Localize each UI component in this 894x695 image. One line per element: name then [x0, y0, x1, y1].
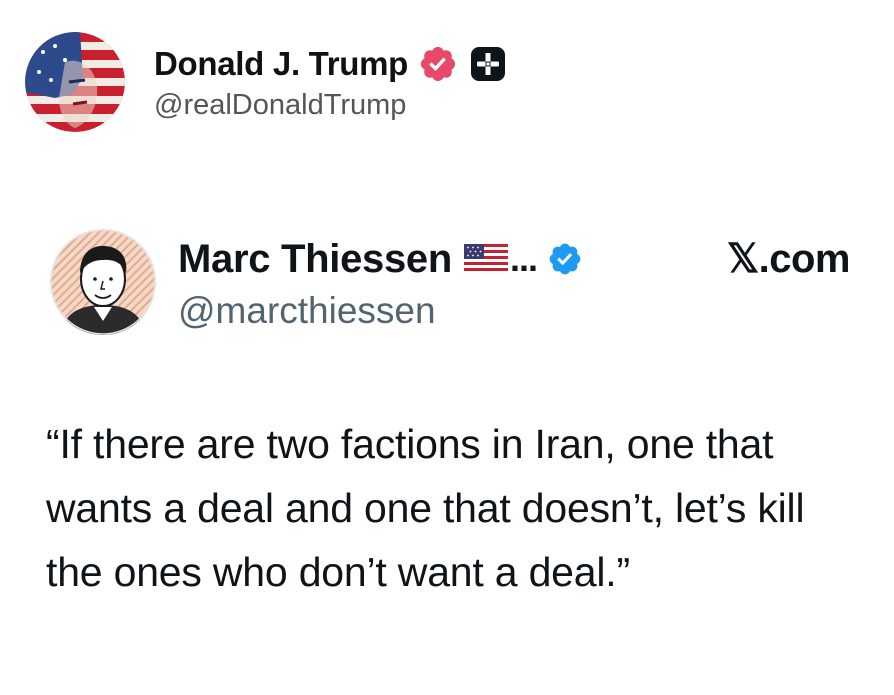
name-truncation-ellipsis: ...	[510, 238, 538, 279]
source-label[interactable]: 𝕏.com	[727, 236, 851, 282]
author-handle[interactable]: @marcthiessen	[178, 290, 850, 332]
author-info: Donald J. Trump @realDonaldTrump	[154, 42, 506, 122]
author-info: Marc Thiessen ... 𝕏.com @marcthiessen	[178, 232, 851, 332]
avatar-image	[25, 32, 125, 132]
quoted-post-header: Marc Thiessen ... 𝕏.com @marcthiessen	[50, 222, 851, 342]
post-text: “If there are two factions in Iran, one …	[46, 421, 805, 595]
us-flag-icon	[464, 244, 508, 274]
author-display-name[interactable]: Donald J. Trump	[154, 45, 408, 83]
name-row: Marc Thiessen ... 𝕏.com	[178, 232, 851, 286]
outer-post-header: Donald J. Trump @realDonaldTrump	[25, 30, 506, 134]
avatar-image	[50, 229, 156, 335]
verified-badge-icon	[418, 44, 458, 84]
verified-badge-icon	[547, 241, 583, 277]
avatar[interactable]	[25, 32, 125, 132]
plus-badge-icon	[470, 46, 506, 82]
name-row: Donald J. Trump	[154, 42, 506, 86]
author-display-name[interactable]: Marc Thiessen	[178, 237, 452, 282]
author-handle[interactable]: @realDonaldTrump	[154, 89, 506, 122]
avatar[interactable]	[50, 229, 156, 335]
